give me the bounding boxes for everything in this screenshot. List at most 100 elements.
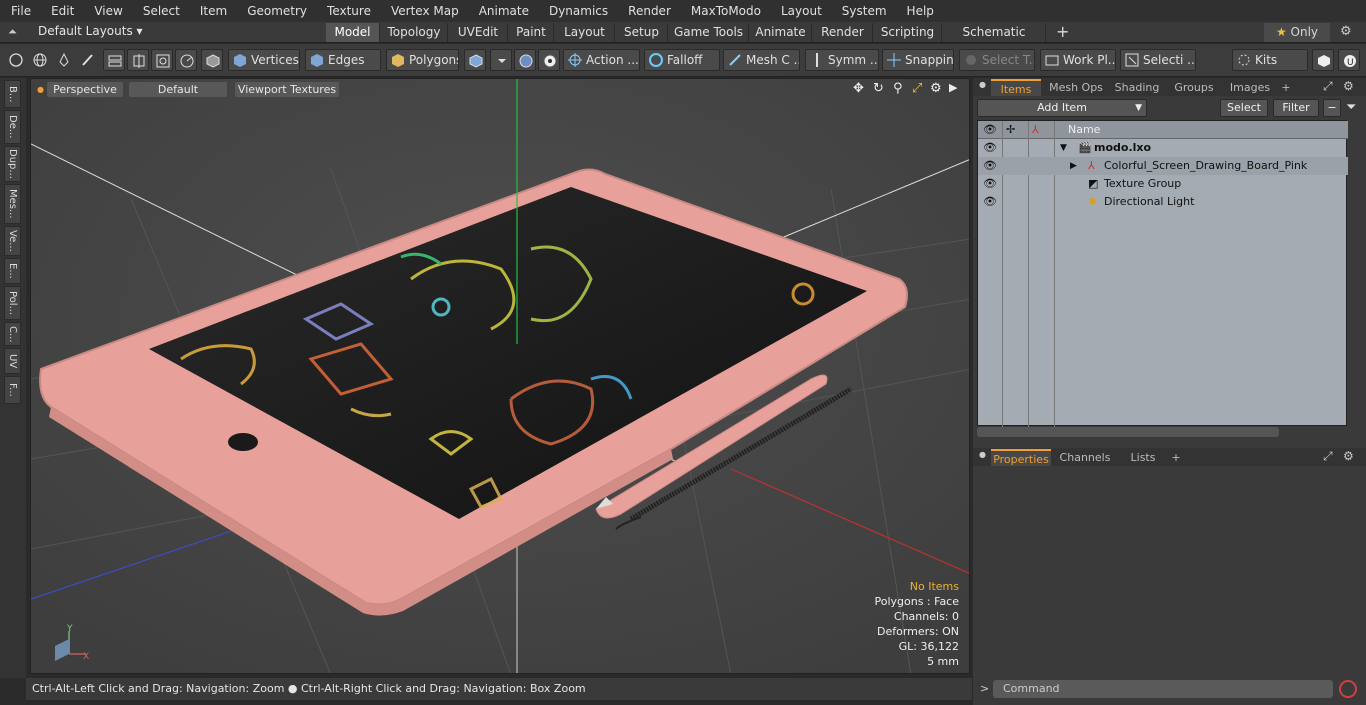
tab-images[interactable]: Images	[1223, 79, 1277, 96]
collapse-icon[interactable]: −	[1323, 99, 1341, 117]
add-props-tab[interactable]: +	[1169, 449, 1183, 466]
work-plane-button[interactable]: Work Pl...	[1040, 49, 1116, 71]
default-shading-button[interactable]: Default	[129, 82, 227, 97]
props-gear-icon[interactable]: ⚙	[1343, 449, 1354, 463]
material-icon[interactable]	[464, 49, 486, 71]
add-tab-icon[interactable]: +	[1056, 22, 1069, 41]
tab-setup[interactable]: Setup	[616, 23, 668, 42]
menu-dynamics[interactable]: Dynamics	[538, 0, 617, 22]
left-tab-deform[interactable]: De...	[4, 110, 21, 144]
tab-animate[interactable]: Animate	[750, 23, 812, 42]
unity-icon[interactable]	[1312, 49, 1334, 71]
only-toggle[interactable]: ★ Only	[1264, 23, 1330, 42]
add-item-button[interactable]: Add Item ▼	[977, 99, 1147, 117]
list-item[interactable]: 👁 ▶ ⅄ Colorful_Screen_Drawing_Board_Pink	[978, 157, 1348, 175]
tab-scripting[interactable]: Scripting	[874, 23, 942, 42]
props-expand-icon[interactable]: ⤢	[1323, 449, 1333, 464]
viewport-textures-button[interactable]: Viewport Textures	[235, 82, 339, 97]
select-through-button[interactable]: Select T...	[959, 49, 1035, 71]
left-tab-duplicate[interactable]: Dup...	[4, 146, 21, 182]
filter-button[interactable]: Filter	[1273, 99, 1319, 117]
menu-geometry[interactable]: Geometry	[236, 0, 316, 22]
kits-button[interactable]: Kits	[1232, 49, 1308, 71]
menu-edit[interactable]: Edit	[40, 0, 83, 22]
polygons-button[interactable]: Polygons	[386, 49, 459, 71]
tab-lists[interactable]: Lists	[1121, 449, 1165, 466]
tab-channels[interactable]: Channels	[1055, 449, 1115, 466]
unreal-icon[interactable]: U	[1338, 49, 1360, 71]
item-mode-icon[interactable]	[201, 49, 223, 71]
maximize-icon[interactable]: ⤢	[912, 81, 922, 96]
globe-icon[interactable]	[29, 49, 51, 71]
command-input[interactable]: Command	[993, 680, 1333, 698]
tab-model[interactable]: Model	[326, 23, 380, 42]
layout-selector[interactable]: Default Layouts ▾	[38, 24, 143, 38]
menu-system[interactable]: System	[831, 0, 896, 22]
eye-icon[interactable]: 👁	[978, 193, 1002, 211]
center-icon[interactable]	[127, 49, 149, 71]
expand-icon[interactable]: ⤢	[1323, 79, 1333, 94]
gear-icon[interactable]: ⚙	[1340, 24, 1352, 39]
tab-paint[interactable]: Paint	[509, 23, 554, 42]
list-item[interactable]: 👁 ◩ Texture Group	[978, 175, 1348, 193]
tab-properties[interactable]: Properties	[991, 449, 1051, 466]
snapping-button[interactable]: Snapping	[882, 49, 954, 71]
viewport-menu-arrow-icon[interactable]: ▶	[949, 81, 957, 94]
eye-icon[interactable]: 👁	[978, 139, 1002, 157]
falloff-button[interactable]: Falloff	[644, 49, 720, 71]
soccer-ball-icon[interactable]	[538, 49, 560, 71]
menu-maxtomodo[interactable]: MaxToModo	[680, 0, 770, 22]
menu-file[interactable]: File	[0, 0, 40, 22]
left-tab-vertex[interactable]: Ve...	[4, 226, 21, 256]
vertices-button[interactable]: Vertices	[228, 49, 300, 71]
zoom-icon[interactable]: ⚲	[893, 81, 903, 96]
menu-layout[interactable]: Layout	[770, 0, 831, 22]
tab-shading[interactable]: Shading	[1109, 79, 1165, 96]
radial-icon[interactable]	[175, 49, 197, 71]
viewport-gear-icon[interactable]: ⚙	[930, 81, 942, 96]
collapsed-triangle-icon[interactable]: ▶	[1070, 157, 1077, 175]
menu-select[interactable]: Select	[132, 0, 189, 22]
tab-layout[interactable]: Layout	[555, 23, 615, 42]
symmetry-button[interactable]: Symm ...	[805, 49, 879, 71]
tab-game-tools[interactable]: Game Tools	[669, 23, 749, 42]
record-icon[interactable]	[1339, 680, 1357, 698]
menu-item[interactable]: Item	[189, 0, 236, 22]
action-center-button[interactable]: Action ...	[563, 49, 640, 71]
tab-items[interactable]: Items	[991, 79, 1041, 96]
left-tab-uv[interactable]: UV	[4, 348, 21, 374]
expand-triangle-icon[interactable]: ▼	[1060, 139, 1067, 157]
left-tab-basic[interactable]: B...	[4, 80, 21, 108]
funnel-icon[interactable]: ⏷	[1346, 100, 1356, 115]
left-tab-mesh-edit[interactable]: Mes...	[4, 184, 21, 224]
left-tab-edge[interactable]: E...	[4, 258, 21, 284]
3d-viewport[interactable]: Y X ● Perspective Default Viewport Textu…	[30, 78, 970, 674]
left-tab-curve[interactable]: C...	[4, 322, 21, 346]
item-list-scrollbar[interactable]	[977, 427, 1279, 437]
layout-arrow-icon[interactable]: ⏶	[8, 25, 17, 39]
left-tab-polygon[interactable]: Pol...	[4, 286, 21, 320]
menu-help[interactable]: Help	[896, 0, 943, 22]
add-panel-tab[interactable]: +	[1279, 79, 1293, 96]
symmetry-ball-icon[interactable]	[514, 49, 536, 71]
eye-icon[interactable]: 👁	[978, 175, 1002, 193]
tab-topology[interactable]: Topology	[381, 23, 448, 42]
circle-select-icon[interactable]	[5, 49, 27, 71]
left-tab-fusion[interactable]: F...	[4, 376, 21, 404]
menu-vertex-map[interactable]: Vertex Map	[380, 0, 468, 22]
select-button[interactable]: Select	[1220, 99, 1268, 117]
tab-mesh-ops[interactable]: Mesh Ops	[1045, 79, 1107, 96]
frame-icon[interactable]	[151, 49, 173, 71]
tab-groups[interactable]: Groups	[1167, 79, 1221, 96]
menu-render[interactable]: Render	[617, 0, 680, 22]
pan-icon[interactable]: ✥	[853, 81, 864, 96]
eye-icon[interactable]: 👁	[978, 157, 1002, 175]
items-gear-icon[interactable]: ⚙	[1343, 79, 1354, 93]
brush-icon[interactable]	[77, 49, 99, 71]
list-item[interactable]: 👁 ✹ Directional Light	[978, 193, 1348, 211]
menu-texture[interactable]: Texture	[316, 0, 380, 22]
selection-sets-button[interactable]: Selecti ...	[1120, 49, 1196, 71]
dropdown-chevron-icon[interactable]	[490, 49, 512, 71]
menu-view[interactable]: View	[83, 0, 131, 22]
tab-schematic-fusion[interactable]: Schematic Fusion	[943, 23, 1046, 58]
